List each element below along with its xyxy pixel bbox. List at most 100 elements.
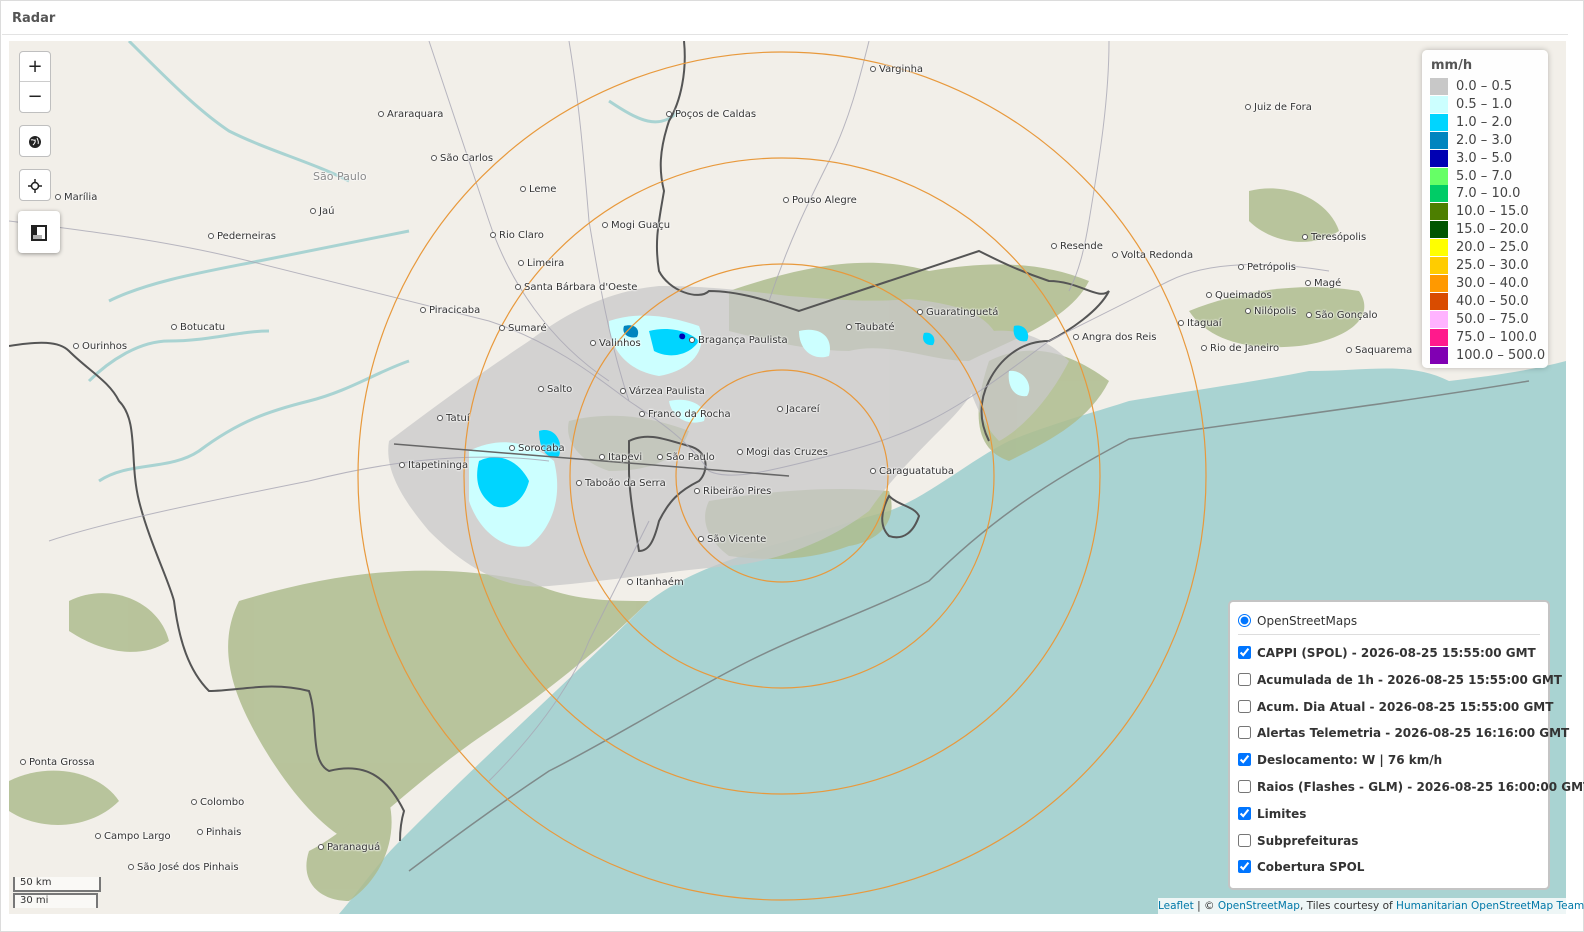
place-dot-icon [657,454,663,460]
place-dot-icon [1073,334,1079,340]
fullscreen-button[interactable] [18,211,60,253]
place-name: Magé [1314,278,1342,289]
place-label: Poços de Caldas [666,109,756,120]
legend-label: 40.0 – 50.0 [1456,293,1529,309]
place-label: Itanhaém [627,577,684,588]
place-name: Itanhaém [636,577,684,588]
legend-title: mm/h [1431,58,1473,73]
overlay-checkbox[interactable] [1238,699,1251,713]
place-dot-icon [694,488,700,494]
overlay-label: Alertas Telemetria - 2026-08-25 16:16:00… [1257,726,1570,741]
place-name: Itaguaí [1187,318,1222,329]
base-layer-label: OpenStreetMaps [1257,614,1358,628]
place-label: Botucatu [171,322,225,333]
place-dot-icon [431,155,437,161]
place-dot-icon [870,468,876,474]
place-name: Volta Redonda [1121,250,1194,261]
globe-button[interactable] [19,125,51,157]
legend-swatch [1430,167,1448,185]
legend-swatch [1430,346,1448,364]
place-name: São Carlos [440,153,494,164]
legend-label: 20.0 – 25.0 [1456,240,1529,256]
overlay-checkbox[interactable] [1238,833,1251,847]
place-label: Leme [520,184,556,195]
legend-swatch [1430,274,1448,292]
place-name: Limeira [527,258,565,269]
overlay-label: CAPPI (SPOL) - 2026-08-25 15:55:00 GMT [1257,646,1536,660]
place-label: São Gonçalo [1306,310,1378,321]
place-dot-icon [783,197,789,203]
place-label: Juiz de Fora [1245,102,1312,113]
overlay-checkbox[interactable] [1238,780,1251,793]
place-dot-icon [1238,264,1244,270]
place-name: Resende [1060,241,1103,252]
place-dot-icon [1305,280,1311,286]
place-label: Guaratinguetá [917,307,998,318]
place-name: Mogi Guaçu [611,220,671,231]
place-label: Pouso Alegre [783,195,857,206]
place-name: Sorocaba [518,443,565,454]
base-layer-radio[interactable] [1238,614,1251,627]
place-dot-icon [599,454,605,460]
place-dot-icon [620,388,626,394]
osm-link[interactable]: OpenStreetMap [1218,900,1300,912]
overlay-checkbox[interactable] [1238,646,1251,659]
place-name: Salto [547,384,573,395]
overlay-checkbox[interactable] [1238,860,1251,874]
region-label: São Paulo [313,170,367,183]
place-name: Mogi das Cruzes [746,447,828,458]
place-name: Rio Claro [499,230,544,241]
place-dot-icon [870,66,876,72]
legend-label: 5.0 – 7.0 [1456,168,1513,184]
place-name: Poços de Caldas [675,109,757,120]
place-label: Angra dos Reis [1073,332,1156,343]
place-dot-icon [1346,347,1352,353]
place-name: Taubaté [855,322,895,333]
scale-imperial: 30 mi [13,893,98,908]
place-dot-icon [917,309,923,315]
place-label: Salto [538,384,572,395]
legend-swatch [1430,185,1448,203]
place-dot-icon [666,111,672,117]
place-label: Taboão da Serra [576,478,666,489]
crosshair-icon [28,179,42,194]
overlay-checkbox[interactable] [1238,806,1251,820]
place-name: Ponta Grossa [29,757,95,768]
place-dot-icon [437,415,443,421]
place-label: Tatuí [437,413,470,424]
place-name: Sumaré [508,323,547,334]
place-name: Queimados [1215,290,1272,301]
place-dot-icon [777,406,783,412]
hot-link[interactable]: Humanitarian OpenStreetMap Team [1396,900,1584,912]
scale-metric: 50 km [13,877,101,892]
overlay-label: Subprefeituras [1257,833,1359,848]
place-name: Teresópolis [1311,232,1367,243]
overlay-checkbox[interactable] [1238,726,1251,740]
overlay-label: Cobertura SPOL [1257,860,1365,875]
place-dot-icon [73,343,79,349]
place-label: Ponta Grossa [20,757,95,768]
place-dot-icon [515,284,521,290]
place-name: Jaú [319,206,335,217]
place-dot-icon [1178,320,1184,326]
place-label: Resende [1051,241,1103,252]
overlay-checkbox[interactable] [1238,672,1251,686]
place-label: Pederneiras [208,231,276,242]
place-label: Marília [55,192,97,203]
place-label: Sorocaba [509,443,565,454]
zoom-out-button[interactable]: − [20,82,50,111]
zoom-in-button[interactable]: + [20,52,50,82]
locate-button[interactable] [19,169,51,201]
place-label: Mogi Guaçu [602,220,670,231]
legend-swatch [1430,113,1448,131]
globe-icon [29,136,41,149]
place-dot-icon [590,340,596,346]
place-name: Taboão da Serra [585,478,666,489]
place-dot-icon [1051,243,1057,249]
leaflet-link[interactable]: Leaflet [1158,900,1194,912]
place-name: Botucatu [180,322,226,333]
layer-control: OpenStreetMaps CAPPI (SPOL) - 2026-08-25… [1228,600,1584,890]
legend-label: 50.0 – 75.0 [1456,311,1529,327]
place-dot-icon [538,386,544,392]
overlay-checkbox[interactable] [1238,753,1251,767]
